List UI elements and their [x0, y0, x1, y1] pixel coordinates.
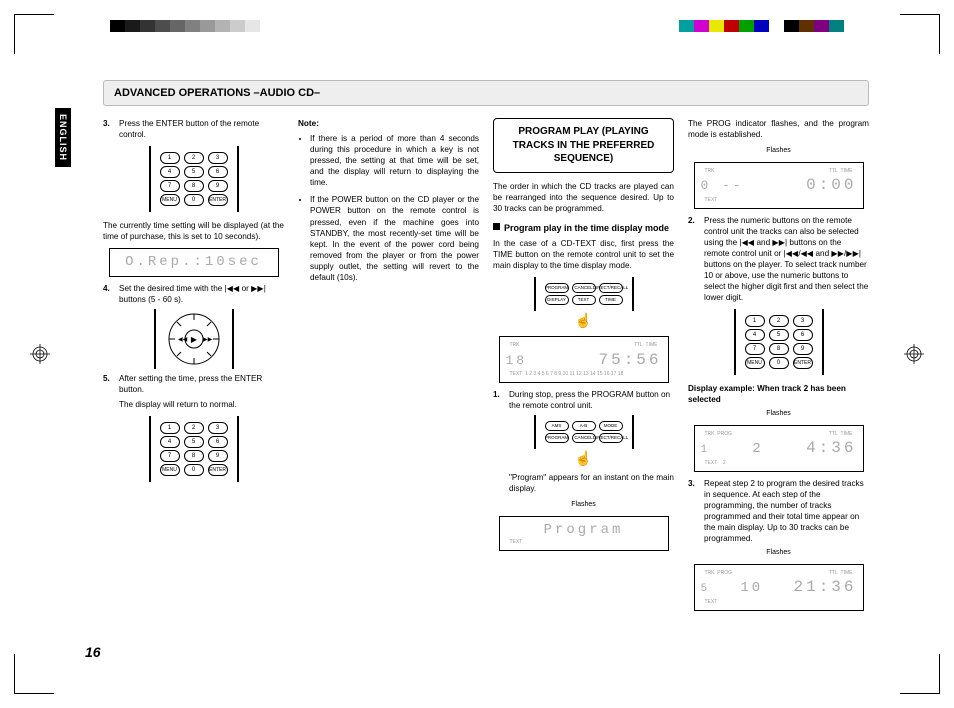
step-number: 2. [688, 215, 700, 304]
column-3: PROGRAM PLAY (PLAYING TRACKS IN THE PREF… [493, 118, 674, 617]
step-text: Press the numeric buttons on the remote … [704, 215, 869, 304]
note-item: If the POWER button on the CD player or … [310, 194, 479, 283]
sub-intro: In the case of a CD-TEXT disc, first pre… [493, 238, 674, 271]
hand-pointer-icon: ☝ [493, 449, 674, 468]
language-tab: ENGLISH [55, 108, 71, 167]
lcd-display-program: Program TEXT [499, 516, 669, 552]
svg-text:◀◀: ◀◀ [178, 337, 188, 343]
subheading: Program play in the time display mode [493, 222, 674, 234]
step-subtext: "Program" appears for an instant on the … [493, 472, 674, 494]
flashes-label: Flashes [493, 500, 674, 509]
remote-keypad-figure: 123 456 789 MENU0ENTER [149, 146, 239, 212]
crop-mark-br [900, 654, 940, 694]
remote-buttons-figure-2: AMSA-BMODE PROGRAMCANCELDIRECT/RECALL [534, 415, 634, 449]
bullet-square-icon [493, 223, 500, 230]
column-4: The PROG indicator flashes, and the prog… [688, 118, 869, 617]
step-text: After setting the time, press the ENTER … [119, 373, 284, 395]
svg-text:▶▶: ▶▶ [203, 337, 213, 343]
page-number: 16 [85, 644, 101, 660]
paragraph: The currently time setting will be displ… [103, 220, 284, 242]
remote-keypad-figure-2: 123 456 789 MENU0ENTER [149, 416, 239, 482]
step-number: 4. [103, 283, 115, 305]
column-2: Note: If there is a period of more than … [298, 118, 479, 617]
remote-keypad-figure-3: 123 456 789 MENU0ENTER [734, 309, 824, 375]
step-number: 5. [103, 373, 115, 395]
crop-mark-tl [14, 14, 54, 54]
hand-pointer-icon: ☝ [493, 311, 674, 330]
lcd-display-orep: O.Rep.:10sec [109, 248, 279, 277]
lcd-display-prog-zero: TRKTTL TIME 0 -- 0:00 TEXT [694, 162, 864, 209]
step-number: 3. [688, 478, 700, 544]
example-label: Display example: When track 2 has been s… [688, 383, 869, 405]
step-subtext: The display will return to normal. [103, 399, 284, 410]
section-header: ADVANCED OPERATIONS –AUDIO CD– [103, 80, 869, 106]
svg-text:▶: ▶ [190, 335, 197, 344]
page-content: ENGLISH ADVANCED OPERATIONS –AUDIO CD– 3… [55, 60, 899, 668]
section-title-box: PROGRAM PLAY (PLAYING TRACKS IN THE PREF… [493, 118, 674, 173]
step-number: 1. [493, 389, 505, 411]
flashes-label: Flashes [688, 409, 869, 418]
step-text: During stop, press the PROGRAM button on… [509, 389, 674, 411]
lcd-display-track2: TRK PROGTTL TIME 1 2 4:36 TEXT 2 [694, 425, 864, 472]
lcd-display-total: TRK PROGTTL TIME 5 10 21:36 TEXT [694, 564, 864, 611]
section-intro: The order in which the CD tracks are pla… [493, 181, 674, 214]
remote-buttons-figure: PROGRAMCANCELDIRECT/RECALL DISPLAYTEXTTI… [534, 277, 634, 311]
registration-mark-left [30, 344, 50, 364]
step-text: Press the ENTER button of the remote con… [119, 118, 284, 140]
step-number: 3. [103, 118, 115, 140]
lcd-display-time: TRKTTL TIME 18 75:56 TEXT 1 2 3 4 5 6 7 … [499, 336, 669, 383]
jog-dial-figure: ▶ ◀◀ ▶▶ [154, 309, 234, 369]
step-text: Set the desired time with the |◀◀ or ▶▶|… [119, 283, 284, 305]
flashes-label: Flashes [688, 146, 869, 155]
registration-mark-right [904, 344, 924, 364]
note-heading: Note: [298, 118, 479, 129]
paragraph: The PROG indicator flashes, and the prog… [688, 118, 869, 140]
crop-mark-tr [900, 14, 940, 54]
step-text: Repeat step 2 to program the desired tra… [704, 478, 869, 544]
color-swatch-bar [679, 20, 844, 32]
grayscale-swatch-bar [110, 20, 275, 32]
column-1: 3. Press the ENTER button of the remote … [103, 118, 284, 617]
crop-mark-bl [14, 654, 54, 694]
flashes-label: Flashes [688, 548, 869, 557]
note-item: If there is a period of more than 4 seco… [310, 133, 479, 188]
